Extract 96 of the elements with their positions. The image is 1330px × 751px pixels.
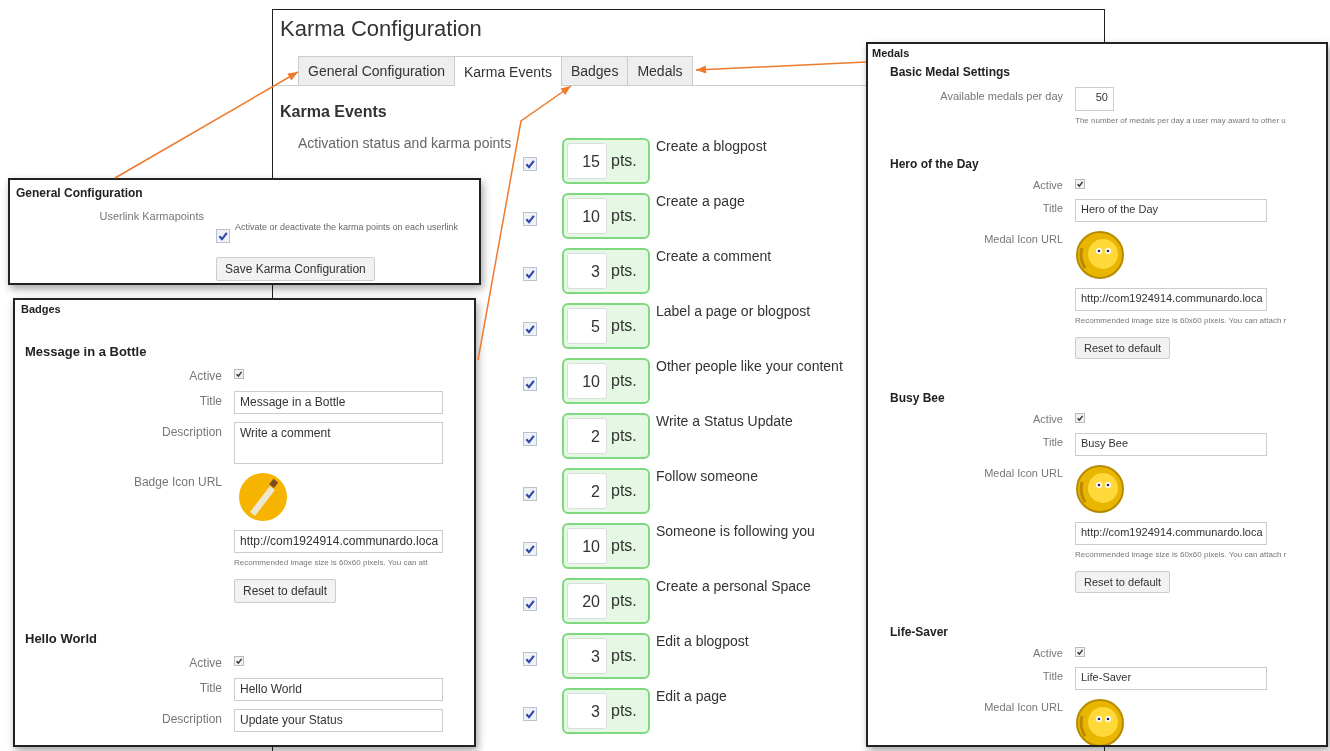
field-label: Medal Icon URL — [984, 467, 1063, 479]
checkbox[interactable] — [216, 229, 230, 243]
event-label: Someone is following you — [656, 523, 815, 539]
section-heading: Karma Events — [280, 103, 387, 120]
help-text: The number of medals per day a user may award to other u — [1075, 116, 1286, 125]
points-field[interactable]: 2 pts. — [562, 413, 650, 459]
points-field[interactable]: 10 pts. — [562, 358, 650, 404]
section-heading: Message in a Bottle — [25, 344, 148, 359]
checkbox[interactable] — [1075, 647, 1085, 657]
field-label: Activation status and karma points — [298, 135, 512, 151]
button[interactable]: Save Karma Configuration — [216, 257, 375, 281]
field-label: Description — [161, 712, 222, 726]
event-label: Create a comment — [656, 248, 772, 264]
field-label: Badge Icon URL — [133, 475, 222, 489]
text-field[interactable]: http://com1924914.communardo.loca — [1075, 288, 1267, 311]
points-field[interactable]: 2 pts. — [562, 468, 650, 514]
checkbox[interactable] — [1075, 413, 1085, 423]
section-heading: Hello World — [25, 631, 98, 646]
field-label: Active — [1033, 179, 1063, 191]
text-field[interactable]: Life-Saver — [1075, 667, 1267, 690]
points-field[interactable]: 3 pts. — [562, 633, 650, 679]
text-field[interactable]: Update your Status — [234, 709, 443, 732]
text-field[interactable]: http://com1924914.communardo.loca — [1075, 522, 1267, 545]
button[interactable]: Reset to default — [1075, 337, 1171, 359]
checkbox[interactable] — [234, 369, 244, 379]
event-label: Other people like your content — [656, 358, 843, 374]
medal-icon — [1075, 464, 1125, 514]
checkbox[interactable] — [523, 542, 537, 556]
text-field[interactable]: Message in a Bottle — [234, 391, 443, 414]
checkbox[interactable] — [234, 656, 244, 666]
panel-title: General Configuration — [16, 186, 144, 200]
field-label: Title — [1042, 202, 1063, 214]
field-label: Active — [1033, 647, 1063, 659]
tab[interactable]: General Configuration — [298, 56, 455, 85]
help-text: Recommended image size is 60x60 pixels. You can attach r — [1075, 316, 1287, 325]
points-field[interactable]: 15 pts. — [562, 138, 650, 184]
checkbox[interactable] — [523, 322, 537, 336]
event-label: Create a page — [656, 193, 745, 209]
window-title: Karma Configuration — [280, 16, 482, 41]
text-field[interactable]: Busy Bee — [1075, 433, 1267, 456]
help-text: Recommended image size is 60x60 pixels. You can attach r — [1075, 550, 1287, 559]
tab[interactable]: Medals — [627, 56, 693, 85]
checkbox[interactable] — [523, 652, 537, 666]
points-field[interactable]: 3 pts. — [562, 688, 650, 734]
field-label: Title — [1042, 436, 1063, 448]
text-field[interactable]: http://com1924914.communardo.loca — [234, 530, 443, 553]
text-field[interactable]: Hello World — [234, 678, 443, 701]
text-area[interactable]: Write a comment — [234, 422, 443, 464]
field-label: Description — [161, 425, 222, 439]
points-field[interactable]: 10 pts. — [562, 523, 650, 569]
checkbox[interactable] — [523, 597, 537, 611]
button[interactable]: Reset to default — [1075, 571, 1171, 593]
tab[interactable]: Karma Events — [454, 56, 562, 86]
points-field[interactable]: 20 pts. — [562, 578, 650, 624]
checkbox[interactable] — [1075, 179, 1085, 189]
field-label: Active — [189, 656, 222, 670]
checkbox[interactable] — [523, 487, 537, 501]
event-label: Label a page or blogpost — [656, 303, 811, 319]
field-label: Title — [1042, 670, 1063, 682]
text-field[interactable]: Hero of the Day — [1075, 199, 1267, 222]
event-label: Create a blogpost — [656, 138, 767, 154]
event-label: Follow someone — [656, 468, 758, 484]
field-label: Available medals per day — [940, 90, 1063, 102]
points-field[interactable]: 5 pts. — [562, 303, 650, 349]
checkbox[interactable] — [523, 377, 537, 391]
bottle-icon — [238, 472, 288, 522]
checkbox[interactable] — [523, 267, 537, 281]
field-label: Active — [189, 369, 222, 383]
section-heading: Life-Saver — [890, 625, 950, 639]
panel-title: Medals — [872, 47, 911, 59]
field-label: Medal Icon URL — [984, 701, 1063, 713]
event-label: Edit a blogpost — [656, 633, 749, 649]
checkbox[interactable] — [523, 432, 537, 446]
checkbox[interactable] — [523, 212, 537, 226]
field-label: Title — [199, 681, 222, 695]
checkbox[interactable] — [523, 157, 537, 171]
points-field[interactable]: 3 pts. — [562, 248, 650, 294]
medal-icon — [1075, 230, 1125, 280]
panel-title: Badges — [21, 303, 62, 315]
field-label: Userlink Karmapoints — [99, 210, 204, 222]
help-text: Activate or deactivate the karma points on each userlink — [235, 221, 459, 232]
points-field[interactable]: 10 pts. — [562, 193, 650, 239]
event-label: Edit a page — [656, 688, 727, 704]
event-label: Create a personal Space — [656, 578, 811, 594]
help-text: Recommended image size is 60x60 pixels. You can att — [234, 558, 428, 567]
event-label: Write a Status Update — [656, 413, 793, 429]
field-label: Title — [199, 394, 222, 408]
section-heading: Busy Bee — [890, 391, 946, 405]
field-label: Active — [1033, 413, 1063, 425]
button[interactable]: Reset to default — [234, 579, 337, 603]
section-heading: Hero of the Day — [890, 157, 980, 171]
tab[interactable]: Badges — [560, 56, 629, 85]
number-field[interactable]: 50 — [1075, 87, 1114, 111]
section-heading: Basic Medal Settings — [890, 65, 1012, 79]
checkbox[interactable] — [523, 707, 537, 721]
field-label: Medal Icon URL — [984, 233, 1063, 245]
